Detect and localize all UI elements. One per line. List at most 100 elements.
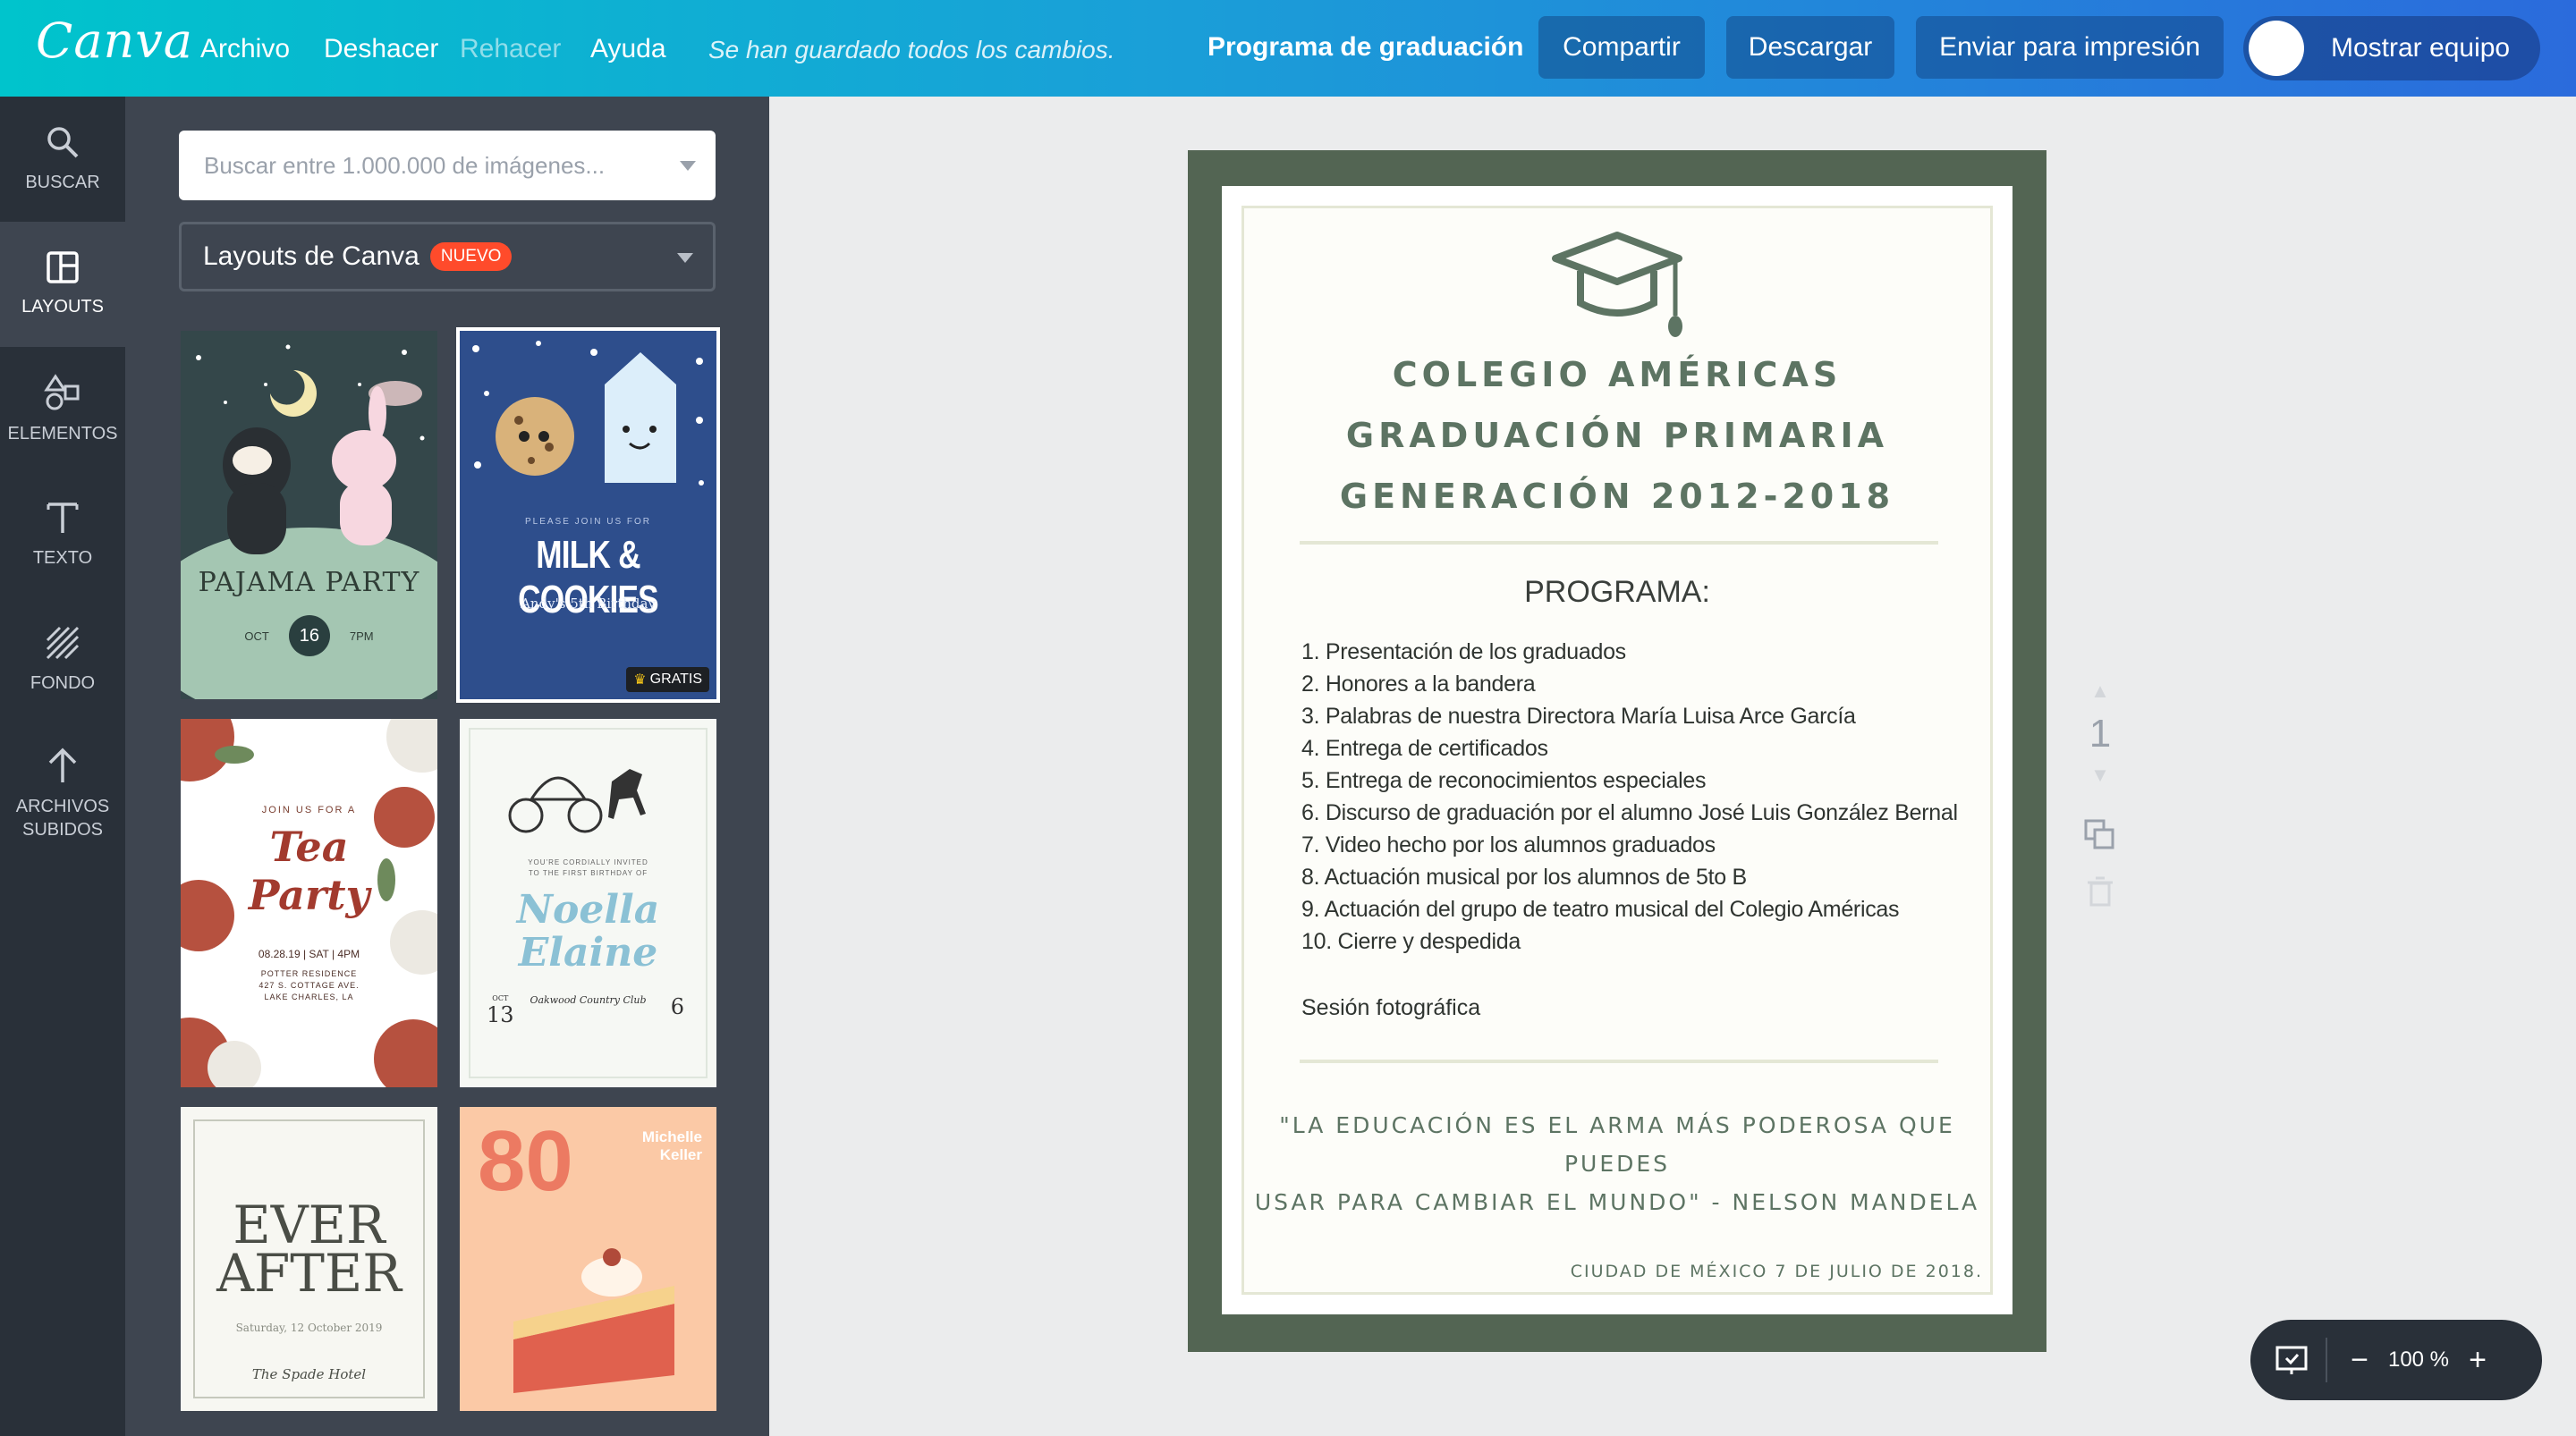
tea-date: 08.28.19 | SAT | 4PM <box>258 948 360 960</box>
document-title[interactable]: Programa de graduación <box>1208 32 1523 63</box>
photo-session-text[interactable]: Sesión fotográfica <box>1301 995 1480 1021</box>
zoom-in-button[interactable]: + <box>2462 1343 2494 1378</box>
show-team-label: Mostrar equipo <box>2331 33 2511 63</box>
ever-line2: AFTER <box>216 1243 402 1304</box>
quote-line-2: USAR PARA CAMBIAR EL MUNDO" - NELSON MAN… <box>1254 1189 1980 1215</box>
noella-line2: Elaine <box>518 930 658 976</box>
rail-item-archivos-subidos[interactable]: ARCHIVOS SUBIDOS <box>0 722 125 866</box>
pajama-time: 7PM <box>349 629 374 643</box>
milk-invite: PLEASE JOIN US FOR <box>524 517 652 527</box>
noella-day: 13 <box>487 1002 514 1027</box>
free-badge-label: GRATIS <box>649 672 702 687</box>
layout-thumb-tea-party[interactable]: JOIN US FOR A Tea Party 08.28.19 | SAT |… <box>181 719 437 1087</box>
divider-bottom <box>1300 1060 1938 1063</box>
rail-label: TEXTO <box>32 548 93 568</box>
program-item: 4. Entrega de certificados <box>1301 736 1548 761</box>
crown-icon: ♛ <box>633 672 647 688</box>
page-number: 1 <box>2089 712 2112 756</box>
milk-illustration <box>472 341 704 486</box>
layouts-icon <box>47 251 79 283</box>
school-heading[interactable]: COLEGIO AMÉRICAS GRADUACIÓN PRIMARIA GEN… <box>1244 344 1990 527</box>
free-badge: ♛ GRATIS <box>626 667 709 692</box>
print-button[interactable]: Enviar para impresión <box>1916 16 2224 79</box>
left-rail: BUSCAR LAYOUTS ELEMENTOS TEXTO FONDO ARC… <box>0 97 125 1436</box>
school-line-1: COLEGIO AMÉRICAS <box>1392 355 1843 394</box>
program-list[interactable]: 1. Presentación de los graduados 2. Hono… <box>1301 636 1958 958</box>
program-item: 2. Honores a la bandera <box>1301 672 1536 697</box>
download-button[interactable]: Descargar <box>1726 16 1894 79</box>
toggle-knob <box>2249 21 2304 76</box>
eighty-name: Michelle Keller <box>642 1128 702 1164</box>
rail-item-buscar[interactable]: BUSCAR <box>0 97 125 222</box>
new-badge: NUEVO <box>429 242 513 271</box>
layout-thumb-milk-cookies[interactable]: PLEASE JOIN US FOR MILK & COOKIES Andy's… <box>456 327 720 703</box>
menu-rehacer[interactable]: Rehacer <box>460 34 561 64</box>
tea-city: LAKE CHARLES, LA <box>264 993 354 1001</box>
design-page[interactable]: COLEGIO AMÉRICAS GRADUACIÓN PRIMARIA GEN… <box>1188 150 2046 1352</box>
zoom-out-button[interactable]: − <box>2343 1343 2376 1378</box>
quote-line-1: "LA EDUCACIÓN ES EL ARMA MÁS PODEROSA QU… <box>1279 1112 1955 1177</box>
trash-icon[interactable] <box>2085 875 2115 908</box>
program-item: 6. Discurso de graduación por el alumno … <box>1301 800 1958 825</box>
milk-subtitle: Andy's 5th Birthday <box>521 596 656 612</box>
tea-invite: JOIN US FOR A <box>261 805 357 815</box>
menu-ayuda[interactable]: Ayuda <box>590 34 666 64</box>
zoom-bar: − 100 % + <box>2250 1320 2542 1400</box>
present-icon[interactable] <box>2274 1342 2309 1378</box>
pajama-date-row: OCT 16 7PM <box>181 615 437 656</box>
rail-label: BUSCAR <box>25 173 100 192</box>
page-controls: ▲ 1 ▼ <box>2073 680 2127 912</box>
layouts-panel: Layouts de Canva NUEVO PAJAMA PARTY OCT … <box>125 97 769 1436</box>
quote[interactable]: "LA EDUCACIÓN ES EL ARMA MÁS PODEROSA QU… <box>1244 1106 1990 1221</box>
page-inner-frame: COLEGIO AMÉRICAS GRADUACIÓN PRIMARIA GEN… <box>1241 206 1993 1295</box>
zoom-separator <box>2326 1338 2327 1382</box>
program-item: 1. Presentación de los graduados <box>1301 639 1626 664</box>
rail-item-layouts[interactable]: LAYOUTS <box>0 222 125 347</box>
menu-archivo[interactable]: Archivo <box>200 34 290 64</box>
program-item: 10. Cierre y despedida <box>1301 929 1521 954</box>
program-item: 5. Entrega de reconocimientos especiales <box>1301 768 1707 793</box>
layout-thumb-pajama-party[interactable]: PAJAMA PARTY OCT 16 7PM <box>181 331 437 699</box>
layout-thumb-ever-after[interactable]: EVER AFTER Saturday, 12 October 2019 The… <box>181 1107 437 1411</box>
page-white-area: COLEGIO AMÉRICAS GRADUACIÓN PRIMARIA GEN… <box>1222 186 2012 1314</box>
layout-thumb-noella-elaine[interactable]: YOU'RE CORDIALLY INVITED TO THE FIRST BI… <box>460 719 716 1087</box>
elements-icon <box>44 374 80 410</box>
share-button[interactable]: Compartir <box>1538 16 1705 79</box>
search-input[interactable] <box>204 151 669 180</box>
program-item: 8. Actuación musical por los alumnos de … <box>1301 865 1747 890</box>
tea-venue: POTTER RESIDENCE <box>260 969 358 978</box>
program-item: 7. Video hecho por los alumnos graduados <box>1301 832 1716 857</box>
chevron-down-icon <box>677 253 693 263</box>
image-search[interactable] <box>179 131 716 200</box>
canva-logo[interactable]: Canva <box>36 13 193 69</box>
pajama-month: OCT <box>244 629 269 643</box>
program-item: 9. Actuación del grupo de teatro musical… <box>1301 897 1900 922</box>
eighty-name1: Michelle <box>641 1128 702 1145</box>
layout-source-select[interactable]: Layouts de Canva NUEVO <box>179 222 716 291</box>
noella-invite: YOU'RE CORDIALLY INVITED <box>528 858 648 866</box>
noella-time: 6 <box>670 994 684 1019</box>
menu-deshacer[interactable]: Deshacer <box>324 34 438 64</box>
place-date[interactable]: CIUDAD DE MÉXICO 7 DE JULIO DE 2018. <box>1571 1262 1983 1281</box>
top-bar: Canva Archivo Deshacer Rehacer Ayuda Se … <box>0 0 2576 97</box>
background-icon <box>46 626 80 660</box>
move-up-icon[interactable]: ▲ <box>2073 680 2127 703</box>
duplicate-page-icon[interactable] <box>2082 817 2118 853</box>
rail-item-fondo[interactable]: FONDO <box>0 597 125 722</box>
layout-thumb-eighty[interactable]: 80 Michelle Keller <box>460 1107 716 1411</box>
program-item: 3. Palabras de nuestra Directora María L… <box>1301 704 1856 729</box>
rail-item-elementos[interactable]: ELEMENTOS <box>0 347 125 472</box>
tea-line2: Party <box>248 871 370 919</box>
zoom-level[interactable]: 100 % <box>2376 1347 2462 1373</box>
rail-item-texto[interactable]: TEXTO <box>0 472 125 597</box>
rail-label: ARCHIVOS SUBIDOS <box>15 797 110 840</box>
school-line-2: GRADUACIÓN PRIMARIA <box>1345 416 1889 455</box>
rail-label: ELEMENTOS <box>7 424 118 443</box>
chevron-down-icon[interactable] <box>680 161 696 171</box>
program-title[interactable]: PROGRAMA: <box>1244 575 1990 610</box>
noella-line1: Noella <box>516 887 660 933</box>
show-team-button[interactable]: Mostrar equipo <box>2243 16 2540 80</box>
school-line-3: GENERACIÓN 2012-2018 <box>1339 477 1895 516</box>
move-down-icon[interactable]: ▼ <box>2073 764 2127 787</box>
tea-street: 427 S. COTTAGE AVE. <box>258 981 360 990</box>
